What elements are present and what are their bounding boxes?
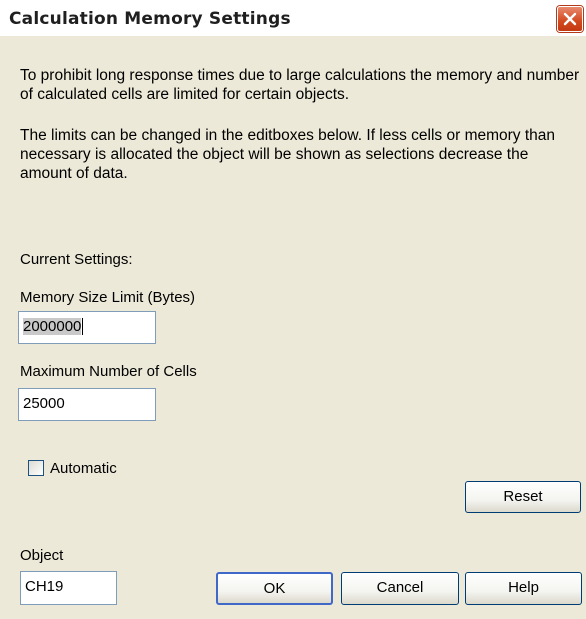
ok-button[interactable]: OK (216, 572, 333, 605)
memory-size-input[interactable]: 2000000 (18, 311, 156, 344)
object-value: CH19 (25, 578, 64, 595)
intro-paragraph-2: The limits can be changed in the editbox… (20, 127, 556, 182)
reset-button[interactable]: Reset (465, 481, 581, 513)
intro-paragraph-1: To prohibit long response times due to l… (20, 67, 580, 103)
max-cells-value: 25000 (23, 395, 65, 412)
help-button[interactable]: Help (465, 572, 582, 605)
close-button[interactable] (557, 6, 583, 32)
max-cells-label: Maximum Number of Cells (20, 363, 197, 380)
object-label: Object (20, 547, 64, 564)
automatic-label[interactable]: Automatic (50, 459, 117, 478)
window-title: Calculation Memory Settings (9, 9, 291, 29)
current-settings-heading: Current Settings: (20, 251, 133, 268)
close-icon (563, 12, 577, 26)
cancel-button[interactable]: Cancel (341, 572, 459, 605)
memory-size-value: 2000000 (23, 318, 82, 335)
title-bar: Calculation Memory Settings (0, 0, 586, 36)
max-cells-input[interactable]: 25000 (18, 388, 156, 421)
object-input[interactable]: CH19 (20, 571, 117, 605)
memory-size-label: Memory Size Limit (Bytes) (20, 289, 196, 306)
automatic-checkbox[interactable] (28, 460, 44, 476)
